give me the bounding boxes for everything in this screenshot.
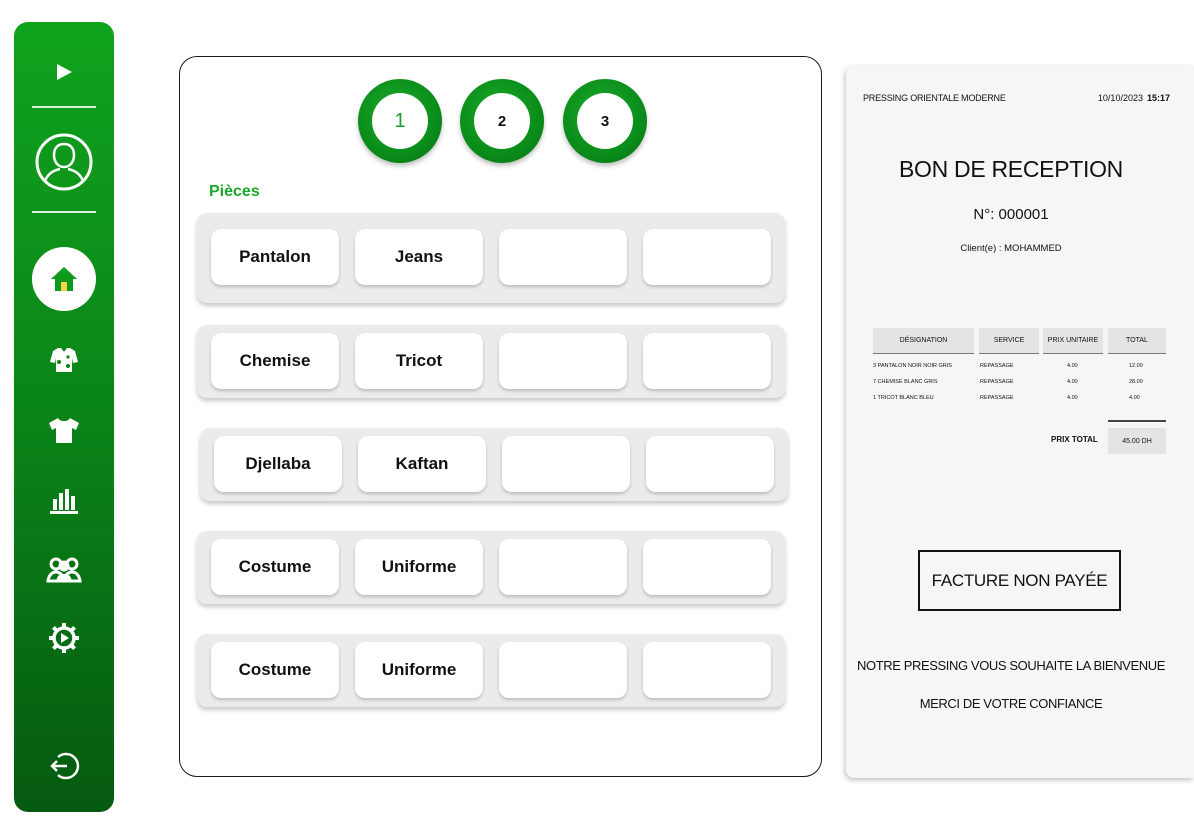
cell-designation: 1 TRICOT BLANC BLEU <box>873 395 934 401</box>
piece-button-empty[interactable] <box>643 229 771 285</box>
receipt-number: N°: 000001 <box>973 206 1049 223</box>
cell-unit-price: 4.00 <box>1067 363 1078 369</box>
tshirt-icon <box>49 418 79 443</box>
cell-service: REPASSAGE <box>980 379 1014 385</box>
total-value: 45.00 DH <box>1108 428 1166 454</box>
home-button-circle <box>32 247 96 311</box>
receipt-time: 15:17 <box>1146 93 1170 103</box>
play-button[interactable] <box>14 60 114 84</box>
cell-designation: 7 CHEMISE BLANC GRIS <box>873 379 938 385</box>
receipt-datetime: 10/10/2023 15:17 <box>1098 93 1170 103</box>
pieces-row: Costume Uniforme <box>197 634 785 707</box>
step-2-button[interactable]: 2 <box>460 79 544 163</box>
sidebar-item-settings[interactable] <box>14 622 114 654</box>
column-header-unit-price: PRIX UNITAIRE <box>1043 328 1103 354</box>
piece-button-empty[interactable] <box>643 539 771 595</box>
sidebar-item-clothes[interactable] <box>14 414 114 446</box>
sidebar-divider <box>32 106 96 108</box>
footer-thanks: MERCI DE VOTRE CONFIANCE <box>919 696 1103 711</box>
pieces-row: Costume Uniforme <box>197 531 785 604</box>
total-label: PRIX TOTAL <box>1051 435 1098 444</box>
table-row: 1 TRICOT BLANC BLEU REPASSAGE 4.00 4.00 <box>873 395 1173 407</box>
sidebar-item-statistics[interactable] <box>14 484 114 516</box>
pieces-row: Djellaba Kaftan <box>200 428 788 501</box>
sidebar-item-garments[interactable] <box>14 344 114 376</box>
step-3-button[interactable]: 3 <box>563 79 647 163</box>
piece-button-empty[interactable] <box>502 436 630 492</box>
piece-button[interactable]: Tricot <box>355 333 483 389</box>
cell-total: 28.00 <box>1129 379 1143 385</box>
piece-button[interactable]: Uniforme <box>355 642 483 698</box>
settings-icon <box>49 623 79 653</box>
bar-chart-icon <box>50 489 78 514</box>
piece-button-empty[interactable] <box>499 333 627 389</box>
total-divider <box>1108 420 1166 422</box>
garment-icon <box>50 348 78 372</box>
piece-button[interactable]: Kaftan <box>358 436 486 492</box>
piece-button[interactable]: Djellaba <box>214 436 342 492</box>
cell-unit-price: 4.00 <box>1067 395 1078 401</box>
pieces-row: Pantalon Jeans <box>197 213 785 303</box>
cell-designation: 3 PANTALON NOIR NOIR GRIS <box>873 363 952 369</box>
column-header-total: TOTAL <box>1108 328 1166 354</box>
user-avatar-icon <box>35 133 93 191</box>
piece-button[interactable]: Costume <box>211 539 339 595</box>
receipt-panel: PRESSING ORIENTALE MODERNE 10/10/2023 15:… <box>846 66 1194 778</box>
sidebar <box>14 22 114 812</box>
logout-button[interactable] <box>14 750 114 782</box>
company-name: PRESSING ORIENTALE MODERNE <box>863 93 1006 103</box>
piece-button[interactable]: Pantalon <box>211 229 339 285</box>
payment-status-box: FACTURE NON PAYÉE <box>918 550 1121 611</box>
logout-icon <box>50 752 80 780</box>
step-indicator: 1 2 3 <box>180 79 821 163</box>
cell-total: 12.00 <box>1129 363 1143 369</box>
cell-service: REPASSAGE <box>980 363 1014 369</box>
step-label: 3 <box>577 93 633 149</box>
step-label: 1 <box>372 93 428 149</box>
play-icon <box>57 64 72 80</box>
step-label: 2 <box>474 93 530 149</box>
cell-unit-price: 4.00 <box>1067 379 1078 385</box>
home-icon <box>51 267 77 291</box>
main-panel: 1 2 3 Pièces Pantalon Jeans Chemise Tric… <box>179 56 822 777</box>
piece-button-empty[interactable] <box>499 642 627 698</box>
column-header-designation: DÉSIGNATION <box>873 328 974 354</box>
piece-button-empty[interactable] <box>499 229 627 285</box>
piece-button-empty[interactable] <box>643 333 771 389</box>
sidebar-divider <box>32 211 96 213</box>
table-row: 7 CHEMISE BLANC GRIS REPASSAGE 4.00 28.0… <box>873 379 1173 391</box>
footer-welcome: NOTRE PRESSING VOUS SOUHAITE LA BIENVENU… <box>857 658 1165 673</box>
users-icon <box>46 557 82 583</box>
sidebar-item-home[interactable] <box>14 247 114 311</box>
pieces-row: Chemise Tricot <box>197 325 785 398</box>
pieces-title: Pièces <box>209 183 260 200</box>
piece-button[interactable]: Costume <box>211 642 339 698</box>
column-header-service: SERVICE <box>979 328 1039 354</box>
step-1-button[interactable]: 1 <box>358 79 442 163</box>
piece-button-empty[interactable] <box>646 436 774 492</box>
sidebar-item-clients[interactable] <box>14 554 114 586</box>
piece-button-empty[interactable] <box>643 642 771 698</box>
receipt-date: 10/10/2023 <box>1097 93 1143 103</box>
piece-button-empty[interactable] <box>499 539 627 595</box>
profile-button[interactable] <box>14 130 114 194</box>
cell-service: REPASSAGE <box>980 395 1014 401</box>
receipt-title: BON DE RECEPTION <box>899 156 1123 182</box>
piece-button[interactable]: Chemise <box>211 333 339 389</box>
piece-button[interactable]: Uniforme <box>355 539 483 595</box>
table-row: 3 PANTALON NOIR NOIR GRIS REPASSAGE 4.00… <box>873 363 1173 375</box>
receipt-client: Client(e) : MOHAMMED <box>960 243 1062 254</box>
cell-total: 4.00 <box>1129 395 1140 401</box>
piece-button[interactable]: Jeans <box>355 229 483 285</box>
